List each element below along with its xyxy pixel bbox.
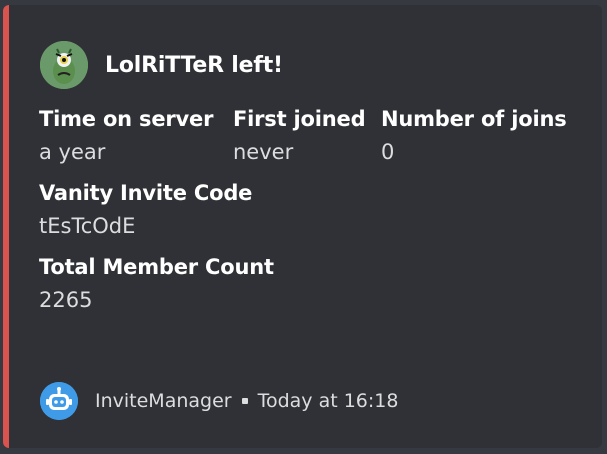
field-name: Total Member Count xyxy=(39,255,274,279)
field-value: 2265 xyxy=(39,288,93,312)
bot-avatar-icon[interactable] xyxy=(40,382,78,420)
field-name: Number of joins xyxy=(381,107,567,131)
embed-author: LolRiTTeR left! xyxy=(40,41,283,89)
field-time-on-server: Time on server a year xyxy=(39,105,217,167)
field-value: a year xyxy=(39,140,106,164)
author-name: LolRiTTeR left! xyxy=(105,52,283,78)
footer-separator xyxy=(241,398,248,404)
field-first-joined: First joined never xyxy=(233,105,366,167)
field-name: Time on server xyxy=(39,107,214,131)
field-total-member-count: Total Member Count 2265 xyxy=(39,253,592,315)
field-value: never xyxy=(233,140,294,164)
fields-row: Time on server a year First joined never… xyxy=(39,105,592,167)
embed-fields: Time on server a year First joined never… xyxy=(39,105,592,315)
footer-text: InviteManager Today at 16:18 xyxy=(95,390,398,412)
footer-bot-name: InviteManager xyxy=(95,390,232,412)
embed-card: LolRiTTeR left! Time on server a year Fi… xyxy=(3,5,602,448)
plankton-avatar-icon[interactable] xyxy=(40,41,88,89)
field-vanity-invite-code: Vanity Invite Code tEsTcOdE xyxy=(39,179,592,241)
embed-accent-bar xyxy=(3,5,9,448)
embed-footer: InviteManager Today at 16:18 xyxy=(40,382,398,420)
field-name: First joined xyxy=(233,107,366,131)
field-name: Vanity Invite Code xyxy=(39,181,253,205)
footer-timestamp: Today at 16:18 xyxy=(257,390,399,412)
field-number-of-joins: Number of joins 0 xyxy=(381,105,571,167)
field-value: tEsTcOdE xyxy=(39,214,136,238)
field-value: 0 xyxy=(381,140,395,164)
